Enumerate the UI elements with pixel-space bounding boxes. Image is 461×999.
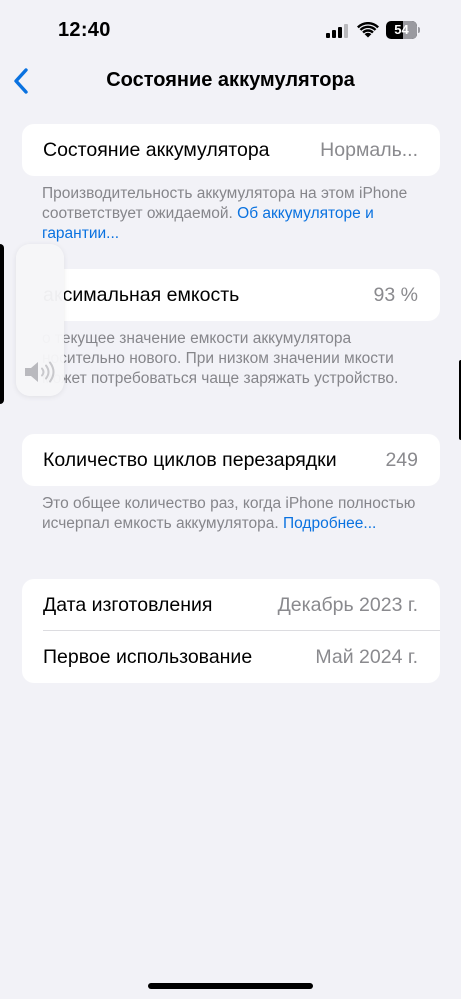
speaker-icon (25, 361, 55, 383)
page-title: Состояние аккумулятора (106, 69, 355, 91)
cycle-count-card: Количество циклов перезарядки 249 (22, 434, 440, 486)
first-use-row: Первое использование Май 2024 г. (22, 631, 440, 683)
cycle-count-footnote: Это общее количество раз, когда iPhone п… (42, 495, 416, 532)
cycle-count-label: Количество циклов перезарядки (43, 448, 337, 471)
screen-edge (0, 244, 4, 404)
first-use-value: Май 2024 г. (315, 645, 418, 668)
wifi-icon (357, 22, 379, 38)
max-capacity-footnote: о текущее значение емкости аккумулятора … (42, 330, 399, 387)
cycle-count-value: 249 (385, 448, 418, 471)
max-capacity-label: аксимальная емкость (43, 283, 240, 306)
volume-slider[interactable] (16, 244, 64, 396)
cellular-signal-icon (326, 24, 348, 38)
navigation-bar: Состояние аккумулятора (0, 60, 461, 104)
manufacture-date-row: Дата изготовления Декабрь 2023 г. (22, 579, 440, 631)
dates-card: Дата изготовления Декабрь 2023 г. Первое… (22, 579, 440, 683)
battery-health-row[interactable]: Состояние аккумулятора Нормаль... (22, 124, 440, 176)
first-use-label: Первое использование (43, 645, 253, 668)
battery-health-label: Состояние аккумулятора (43, 138, 270, 161)
manufacture-date-label: Дата изготовления (43, 593, 213, 616)
battery-health-value: Нормаль... (320, 138, 418, 161)
manufacture-date-value: Декабрь 2023 г. (277, 593, 418, 616)
home-indicator[interactable] (148, 983, 313, 989)
learn-more-link[interactable]: Подробнее... (283, 515, 376, 532)
battery-health-footnote: Производительность аккумулятора на этом … (42, 185, 408, 242)
battery-percentage: 54 (394, 22, 409, 37)
max-capacity-card: аксимальная емкость 93 % (22, 269, 440, 321)
battery-icon: 54 (386, 21, 420, 39)
cycle-count-row: Количество циклов перезарядки 249 (22, 434, 440, 486)
battery-health-card[interactable]: Состояние аккумулятора Нормаль... (22, 124, 440, 176)
status-bar: 12:40 54 (0, 0, 461, 60)
max-capacity-value: 93 % (373, 283, 418, 306)
status-time: 12:40 (58, 19, 111, 41)
max-capacity-row: аксимальная емкость 93 % (22, 269, 440, 321)
